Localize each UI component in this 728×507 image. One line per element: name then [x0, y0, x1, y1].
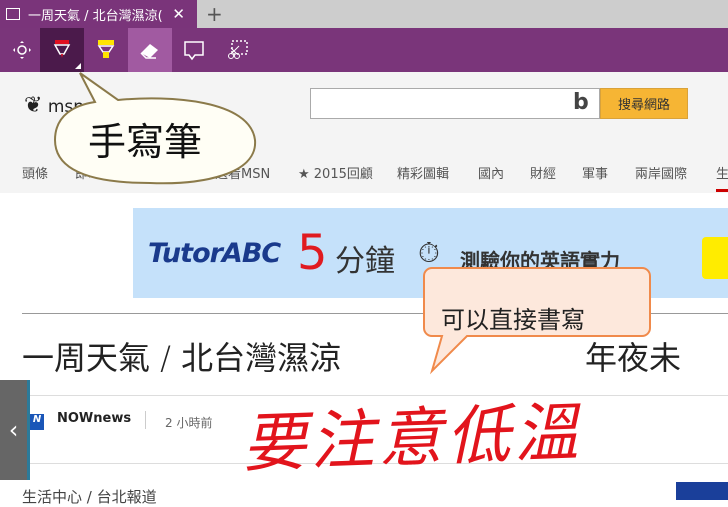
divider: [145, 411, 146, 429]
nav-item[interactable]: 財經: [530, 163, 556, 182]
nav-item[interactable]: 兩岸國際: [635, 163, 687, 182]
active-nav-indicator: [716, 189, 728, 192]
msn-logo[interactable]: ❦ msn: [24, 93, 84, 118]
bing-icon: b: [573, 90, 589, 115]
close-tab-icon[interactable]: ✕: [172, 5, 185, 23]
butterfly-icon: ❦: [24, 93, 43, 118]
tab-page-icon: [6, 8, 20, 20]
pen-options-icon: [75, 63, 81, 69]
web-note-toolbar: [0, 28, 728, 72]
nav-item[interactable]: 生: [716, 163, 728, 182]
nav-item[interactable]: 頭條: [22, 163, 48, 182]
clip-button[interactable]: [216, 28, 260, 72]
callout-label: 可以直接書寫: [441, 306, 585, 334]
ad-minutes: 分鐘: [335, 244, 395, 279]
touch-writing-icon[interactable]: [0, 28, 44, 72]
article-headline: 一周天氣 / 北台灣濕涼: [22, 339, 342, 377]
source-logo: N: [30, 414, 44, 430]
browser-tab[interactable]: 一周天氣 / 北台灣濕涼( ✕: [0, 0, 197, 28]
handwritten-ink: 要注意低溫: [241, 396, 584, 482]
search-web-button[interactable]: 搜尋網路: [600, 88, 688, 119]
highlighter-button[interactable]: [84, 28, 128, 72]
article-source[interactable]: NOWnews: [57, 411, 131, 426]
nav-item[interactable]: 精彩圖輯: [397, 163, 449, 182]
search-input[interactable]: [310, 88, 600, 119]
nav-item[interactable]: 國內: [478, 163, 504, 182]
article-headline-tail: 年夜未: [585, 339, 682, 377]
tab-title: 一周天氣 / 北台灣濕涼(: [28, 8, 163, 24]
eraser-button[interactable]: [128, 28, 172, 72]
nav-item[interactable]: 軍事: [582, 163, 608, 182]
nav-item[interactable]: 選看MSN: [215, 163, 270, 182]
ad-brand: TutorABC: [148, 238, 281, 269]
new-tab-button[interactable]: +: [206, 2, 223, 26]
side-widget: [676, 482, 728, 500]
add-note-button[interactable]: [172, 28, 216, 72]
ad-text: 測驗你的英語實力: [460, 249, 620, 273]
previous-article-button[interactable]: ‹: [0, 380, 30, 480]
pen-bubble-label: 手寫筆: [88, 120, 203, 164]
nav-item[interactable]: ★ 2015回顧: [298, 163, 373, 182]
article-time: 2 小時前: [165, 416, 213, 430]
divider: [22, 313, 728, 314]
article-category: 生活中心 / 台北報道: [22, 488, 157, 506]
ad-cta-button[interactable]: [702, 237, 728, 279]
stopwatch-icon: ⏱: [418, 236, 440, 269]
ad-number: 5: [297, 225, 328, 281]
pen-button[interactable]: [40, 28, 84, 72]
